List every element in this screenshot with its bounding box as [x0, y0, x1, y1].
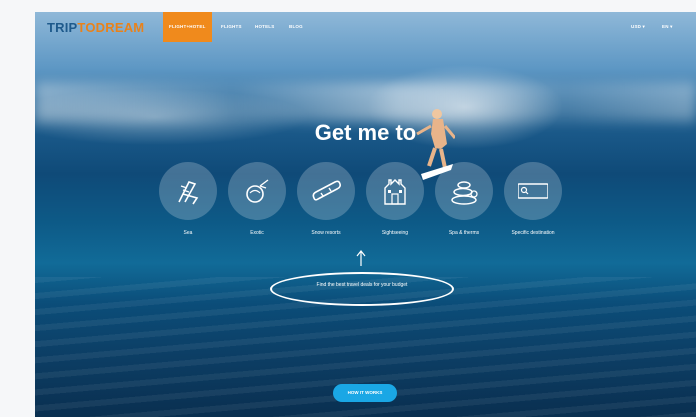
how-it-works-button[interactable]: HOW IT WORKS	[333, 384, 397, 402]
hero-title: Get me to	[314, 120, 417, 145]
option-label: Spa & therms	[448, 230, 480, 236]
option-circle[interactable]	[366, 162, 424, 220]
landing-page: TRIPTODREAM FLIGHT+HOTEL FLIGHTS HOTELS …	[35, 12, 696, 417]
option-label: Snow resorts	[311, 230, 341, 236]
arrow-up-icon	[356, 250, 366, 266]
option-circle[interactable]	[504, 162, 562, 220]
option-label: Sea	[183, 230, 193, 236]
snowboard-icon	[312, 180, 341, 201]
callout-text: Find the best travel deals for your budg…	[316, 282, 408, 288]
option-specific-destination[interactable]: Specific destination	[502, 162, 564, 236]
nav-flight-hotel[interactable]: FLIGHT+HOTEL	[163, 12, 212, 42]
option-exotic[interactable]: Exotic	[226, 162, 288, 236]
nav-hotels[interactable]: HOTELS	[255, 12, 274, 42]
option-snow-resorts[interactable]: Snow resorts	[295, 162, 357, 236]
option-label: Exotic	[250, 230, 264, 236]
nav-flights[interactable]: FLIGHTS	[221, 12, 242, 42]
language-selector[interactable]: EN ▾	[662, 12, 673, 42]
spa-stones-icon	[451, 181, 478, 205]
wave-foam	[35, 82, 696, 122]
top-navigation: TRIPTODREAM FLIGHT+HOTEL FLIGHTS HOTELS …	[35, 12, 696, 42]
option-sightseeing[interactable]: Sightseeing	[364, 162, 426, 236]
option-circle[interactable]	[159, 162, 217, 220]
beach-chair-icon	[178, 181, 199, 205]
site-logo[interactable]: TRIPTODREAM	[47, 20, 144, 35]
option-label: Specific destination	[511, 230, 555, 236]
search-icon	[518, 183, 548, 199]
callout-ellipse	[270, 272, 454, 306]
castle-icon	[384, 179, 406, 205]
currency-selector[interactable]: USD ▾	[631, 12, 645, 42]
option-label: Sightseeing	[381, 230, 409, 236]
option-circle[interactable]	[297, 162, 355, 220]
coconut-icon	[246, 179, 269, 203]
nav-blog[interactable]: BLOG	[289, 12, 303, 42]
option-spa-therms[interactable]: Spa & therms	[433, 162, 495, 236]
option-circle[interactable]	[435, 162, 493, 220]
option-circle[interactable]	[228, 162, 286, 220]
option-sea[interactable]: Sea	[157, 162, 219, 236]
